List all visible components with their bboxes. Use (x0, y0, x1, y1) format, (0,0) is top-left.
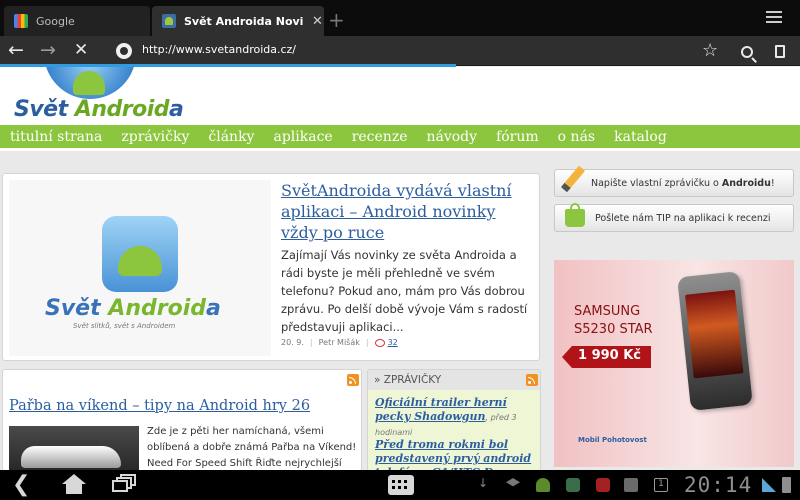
write-news-bold: Androidu (721, 177, 771, 189)
browser-tab-strip: Google Svět Androida Novinky ... ✕ + (0, 0, 800, 36)
system-home-icon[interactable] (62, 474, 86, 496)
logo-text-part: Svět (45, 296, 109, 321)
bookmark-star-icon[interactable]: ☆ (702, 40, 718, 61)
android-notification-icon[interactable] (536, 478, 550, 492)
search-icon[interactable] (741, 46, 753, 58)
ad-footer-logo: Mobil Pohotovost (578, 436, 647, 444)
home-roof (62, 474, 86, 484)
close-tab-icon[interactable]: ✕ (312, 14, 323, 29)
url-field[interactable]: http://www.svetandroida.cz/ (142, 43, 296, 56)
shopping-bag-icon (565, 203, 585, 227)
back-arrow-icon[interactable]: ← (8, 39, 24, 61)
globe-icon (116, 43, 132, 59)
news-column: » ZPRÁVIČKY Oficiální trailer herní peck… (367, 369, 541, 470)
nav-recenze[interactable]: recenze (352, 129, 408, 145)
comment-icon (374, 338, 385, 347)
system-clock[interactable]: 20:14 (684, 473, 752, 497)
ad-price: 1 990 Kč (562, 346, 652, 368)
nav-titulni-strana[interactable]: titulní strana (10, 129, 102, 145)
featured-article: Svět Androida Svět slitků, svět s Androi… (2, 173, 540, 361)
logo-android-icon (73, 71, 105, 95)
app-notification-icon[interactable] (596, 478, 610, 492)
write-news-button[interactable]: Napište vlastní zprávičku o Androidu! (554, 165, 794, 197)
featured-slogan: Svět slitků, svět s Androidem (73, 322, 176, 330)
google-favicon-icon (14, 14, 28, 28)
advertisement-banner[interactable]: SAMSUNG S5230 STAR 1 990 Kč Mobil Pohoto… (554, 260, 794, 467)
wifi-signal-icon[interactable] (762, 478, 776, 492)
meta-separator: | (365, 338, 369, 347)
nav-navody[interactable]: návody (426, 129, 477, 145)
comment-count-link[interactable]: 32 (388, 338, 398, 347)
calendar-notification-icon[interactable]: 1 (654, 478, 668, 492)
rss-icon[interactable] (526, 374, 538, 386)
news-item: Oficiální trailer herní pecky Shadowgun,… (375, 396, 535, 440)
nav-o-nas[interactable]: o nás (558, 129, 595, 145)
home-body (66, 484, 82, 494)
system-back-icon[interactable]: ❮ (12, 474, 30, 496)
article-date: 20. 9. (281, 338, 304, 347)
nav-aplikace[interactable]: aplikace (273, 129, 332, 145)
logo-text-part: a (206, 296, 221, 321)
news-item: Před troma rokmi bol predstavený prvý an… (375, 438, 535, 470)
write-news-label: Napište vlastní zprávičku o Androidu! (591, 178, 775, 189)
forward-arrow-icon[interactable]: → (40, 39, 56, 61)
keyboard-icon[interactable] (388, 475, 414, 495)
system-bar: ❮ ↓ 1 20:14 (0, 470, 800, 500)
nav-clanky[interactable]: články (208, 129, 254, 145)
featured-article-image[interactable]: Svět Androida Svět slitků, svět s Androi… (9, 180, 271, 356)
ad-model: S5230 STAR (574, 322, 653, 337)
nav-katalog[interactable]: katalog (614, 129, 667, 145)
battery-icon[interactable] (782, 477, 791, 493)
meta-separator: | (309, 338, 313, 347)
featured-article-title[interactable]: SvětAndroida vydává vlastní aplikaci – A… (281, 180, 535, 243)
recent-card (112, 480, 128, 492)
browser-menu-icon[interactable] (766, 11, 782, 26)
main-navigation: titulní strana zprávičky články aplikace… (0, 125, 800, 151)
write-news-text: Napište vlastní zprávičku o (591, 177, 722, 189)
logo-text-part: Svět (14, 97, 75, 122)
pencil-icon (560, 165, 586, 193)
article-list: Pařba na víkend – tipy na Android hry 26… (2, 369, 362, 470)
ad-brand: SAMSUNG (574, 304, 641, 319)
nav-zpravicky[interactable]: zprávičky (121, 129, 189, 145)
url-toolbar: ← → ✕ http://www.svetandroida.cz/ ☆ (0, 36, 800, 67)
download-icon[interactable]: ↓ (478, 476, 492, 490)
featured-logo: Svět Androida (45, 296, 221, 321)
car-image (21, 446, 121, 468)
stop-loading-icon[interactable]: ✕ (74, 39, 88, 61)
dropbox-icon[interactable] (506, 478, 520, 487)
bookmarks-icon[interactable] (775, 45, 785, 58)
article-thumbnail[interactable] (9, 426, 139, 470)
logo-text-part: Android (108, 296, 206, 321)
tab-svet-androida[interactable]: Svět Androida Novinky ... ✕ (152, 6, 324, 36)
phone-screen (685, 289, 744, 379)
recent-apps-icon[interactable] (112, 474, 138, 494)
phone-image (677, 271, 753, 411)
nav-forum[interactable]: fórum (496, 129, 539, 145)
featured-article-body: Zajímají Vás novinky ze světa Androida a… (281, 248, 528, 334)
article-author: Petr Mišák (318, 338, 360, 347)
write-news-tail: ! (770, 177, 775, 189)
article-title-link[interactable]: Pařba na víkend – tipy na Android hry 26 (9, 398, 310, 414)
app-notification-icon[interactable] (624, 478, 638, 492)
logo-text-part: a (169, 97, 184, 122)
app-notification-icon[interactable] (566, 478, 580, 492)
send-tip-label: Pošlete nám TIP na aplikaci k recenzi (595, 212, 771, 224)
article-excerpt: Zde je z pěti her namíchaná, všemi oblíb… (147, 426, 357, 469)
send-tip-button[interactable]: Pošlete nám TIP na aplikaci k recenzi (554, 203, 794, 232)
site-logo[interactable]: Svět Androida (14, 97, 184, 122)
logo-text-part: Android (74, 97, 170, 122)
tab-google[interactable]: Google (4, 6, 150, 36)
news-header: » ZPRÁVIČKY (368, 370, 540, 390)
rss-icon[interactable] (347, 374, 359, 386)
site-header: Svět Androida (0, 67, 800, 125)
tab-title: Svět Androida Novinky ... (184, 14, 304, 28)
web-page: Svět Androida titulní strana zprávičky č… (0, 67, 800, 470)
new-tab-plus-icon[interactable]: + (328, 10, 345, 30)
tab-title: Google (36, 14, 75, 28)
news-link[interactable]: Před troma rokmi bol predstavený prvý an… (375, 438, 531, 470)
svet-androida-favicon-icon (162, 14, 176, 28)
featured-article-meta: 20. 9. | Petr Mišák | 32 (281, 338, 398, 347)
app-icon (102, 216, 178, 292)
